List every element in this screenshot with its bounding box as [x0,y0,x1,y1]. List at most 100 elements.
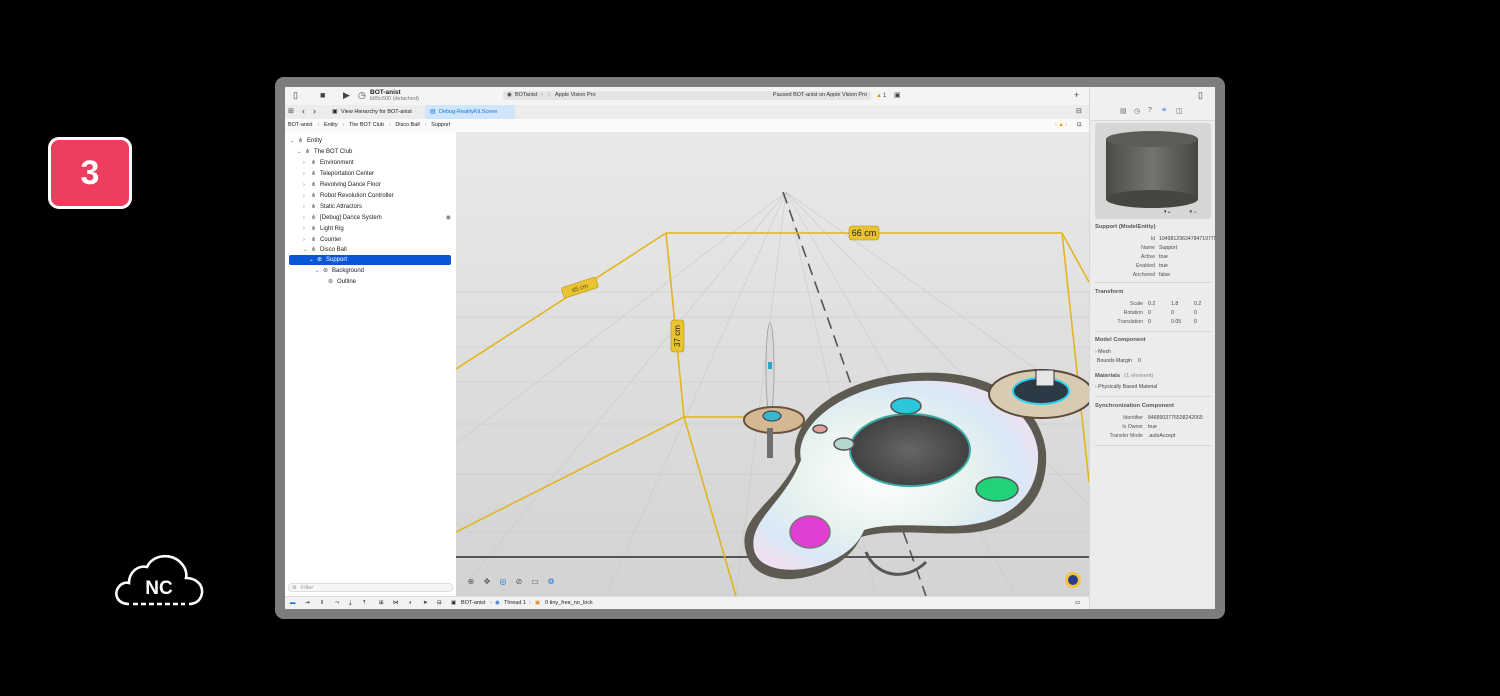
breadcrumb-item[interactable]: Disco Ball [395,122,419,128]
property-value[interactable]: Support [1159,245,1177,251]
tree-row[interactable]: › ⋔ Teleportation Center [303,169,374,179]
tree-row-disco-ball[interactable]: ⌄ ⋔ Disco Ball [303,245,347,255]
tab-view-hierarchy[interactable]: ▣ View Hierarchy for BOT-anist [327,105,423,119]
chevron-down-icon[interactable]: ⌄ [309,255,317,265]
tree-row[interactable]: › ⋔ Counter [303,235,341,245]
chevron-down-icon[interactable]: ⌄ [290,136,298,146]
tree-row[interactable]: › ⋔ Revolving Dance Floor [303,180,381,190]
scene-debug-icon[interactable]: ⊟ [437,597,442,609]
orientation-gizmo[interactable] [1065,572,1081,588]
property-value[interactable]: true [1159,263,1168,269]
property-value[interactable]: true [1159,254,1168,260]
scheme-selector[interactable]: BOT-anist b05c600 (detached) [370,89,419,103]
scene-options-icon[interactable]: ⊕ [463,577,479,586]
console-toggle-icon[interactable]: ▭ [1075,597,1080,609]
forward-icon[interactable]: › [313,106,316,117]
run-destination-bar[interactable]: ◉ BOTanist › ◌ Apple Vision Pro Paused B… [503,91,871,100]
breadcrumb-item[interactable]: BOT-anist [288,122,312,128]
move-icon[interactable]: ✥ [479,577,495,586]
chevron-down-icon[interactable]: ⌄ [297,147,305,157]
view-debugger-icon[interactable]: ⊞ [379,597,384,609]
robot-platform[interactable] [988,369,1089,419]
orbit-icon[interactable]: ◎ [495,577,511,586]
scene-viewport[interactable]: 66 cm 37 cm 65 cm [456,132,1089,596]
chevron-right-icon[interactable]: › [303,158,311,168]
file-inspector-icon[interactable]: ▤ [1120,107,1127,115]
issue-nav-icon[interactable]: ‹ ▲ › [1055,119,1067,132]
tree-row[interactable]: ⌄ ⊛ Background [315,266,364,276]
property-value[interactable]: 0 [1171,310,1174,316]
property-value[interactable]: 0 [1194,319,1197,325]
attributes-inspector-icon[interactable]: ≡ [1162,107,1166,114]
breakpoints-icon[interactable]: ⇥ [305,597,310,609]
mesh-row[interactable]: › Mesh [1095,349,1111,355]
memory-graph-icon[interactable]: ⋈ [393,597,399,609]
chevron-down-icon[interactable]: ⌄ [315,266,323,276]
tree-row[interactable]: › ⋔ [Debug] Dance System ◉ [303,213,451,223]
property-value[interactable]: 8468903776538242065 [1148,415,1203,421]
warning-icon[interactable]: ▲ [876,91,882,102]
size-inspector-icon[interactable]: ◫ [1176,107,1183,115]
visibility-icon[interactable]: ◉ [446,213,451,223]
debug-frame[interactable]: 0 tiny_free_no_lock [545,597,593,609]
editor-options-icon[interactable]: ⊟ [1076,106,1082,117]
lock-icon[interactable]: ⊡ [1077,119,1082,132]
reality-debug-icon[interactable]: ▣ [894,90,901,101]
breadcrumb-item[interactable]: Entity [324,122,338,128]
play-icon[interactable]: ▶ [343,90,350,101]
camera-icon[interactable]: ▭ [527,577,543,586]
material-row[interactable]: › Physically Based Material [1095,384,1157,390]
step-into-icon[interactable]: ⤓ [349,597,351,609]
chevron-right-icon[interactable]: › [303,191,311,201]
step-out-icon[interactable]: ⤒ [363,597,365,609]
chevron-right-icon[interactable]: › [303,180,311,190]
filter-field[interactable]: ⊜ Filter [288,583,453,592]
help-icon[interactable]: ? [1148,107,1152,114]
tree-row[interactable]: › ⋔ Robot Revolution Controller [303,191,394,201]
tree-row[interactable]: › ⋔ Static Attractors [303,202,362,212]
property-value[interactable]: 1.8 [1171,301,1178,307]
breadcrumb-item[interactable]: Support [431,122,450,128]
tree-row[interactable]: ⊛ Outline [328,277,356,287]
back-icon[interactable]: ‹ [302,106,305,117]
property-value[interactable]: 0 [1194,310,1197,316]
sidebar-toggle-icon[interactable]: ▯ [293,90,298,101]
zoom-icon[interactable]: ⊘ [511,577,527,586]
property-value[interactable]: .autoAccept [1148,433,1175,439]
lighting-menu-icon[interactable]: ◑⌄ [1163,208,1172,215]
realitykit-icon[interactable]: ⚙ [543,577,559,586]
debug-toggle-icon[interactable]: ▬ [290,597,296,609]
property-value[interactable]: 0 [1148,319,1151,325]
tree-row[interactable]: › ⋔ Environment [303,158,354,168]
debug-thread[interactable]: Thread 1 [504,597,526,609]
history-icon[interactable]: ◷ [1134,107,1140,115]
chevron-right-icon[interactable]: › [303,202,311,212]
debug-target[interactable]: BOT-anist [461,597,485,609]
chevron-right-icon[interactable]: › [303,213,311,223]
environment-icon[interactable]: ◐ [409,597,412,609]
chevron-right-icon[interactable]: › [303,224,311,234]
tree-row-bot-club[interactable]: ⌄ ⋔ The BOT Club [297,147,352,157]
grid-icon[interactable]: ⊞ [288,106,294,117]
tree-row-support-selected[interactable]: ⌄ ⊛ Support [289,255,451,265]
tab-realitykit-scene[interactable]: ▤ Debug-RealityKit.Scene [425,105,515,119]
background-menu-icon[interactable]: ●⌄ [1189,208,1198,215]
tree-row-entity[interactable]: ⌄ ⋔ Entity [290,136,322,146]
model-preview[interactable]: ◑⌄ ●⌄ [1095,123,1211,219]
chevron-right-icon[interactable]: › [303,235,311,245]
chevron-down-icon[interactable]: ⌄ [303,245,311,255]
bounds-value[interactable]: 0 [1138,358,1141,364]
tree-row[interactable]: › ⋔ Light Rig [303,224,344,234]
continue-icon[interactable]: ‖ [321,597,323,609]
stop-icon[interactable]: ■ [320,90,325,101]
breadcrumb-item[interactable]: The BOT Club [349,122,384,128]
step-over-icon[interactable]: ⤳ [335,597,339,609]
location-icon[interactable]: ➤ [423,597,428,609]
property-value[interactable]: 0.2 [1194,301,1201,307]
property-value[interactable]: 0.05 [1171,319,1181,325]
property-value[interactable]: 0 [1148,310,1151,316]
property-value[interactable]: 0.2 [1148,301,1155,307]
inspector-toggle-icon[interactable]: ▯ [1198,90,1203,101]
add-button[interactable]: + [1074,90,1079,101]
chevron-right-icon[interactable]: › [303,169,311,179]
